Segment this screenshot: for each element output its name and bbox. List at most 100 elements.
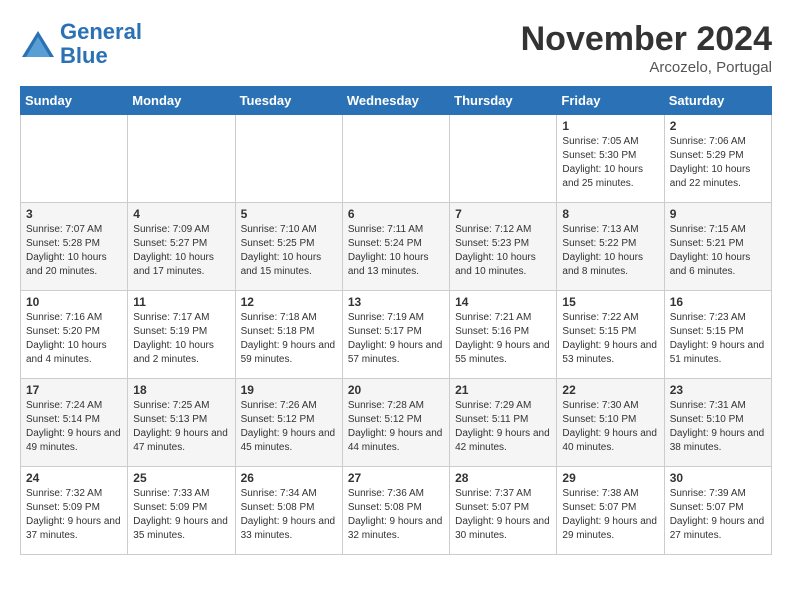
calendar-cell: 4 Sunrise: 7:09 AMSunset: 5:27 PMDaylight… (128, 203, 235, 291)
calendar-cell: 6 Sunrise: 7:11 AMSunset: 5:24 PMDaylight… (342, 203, 449, 291)
day-number: 26 (241, 471, 337, 485)
calendar-cell (342, 115, 449, 203)
day-content: Sunrise: 7:24 AMSunset: 5:14 PMDaylight:… (26, 399, 122, 455)
weekday-header: Friday (557, 87, 664, 115)
calendar-cell: 12 Sunrise: 7:18 AMSunset: 5:18 PMDayligh… (235, 291, 342, 379)
logo-icon (20, 29, 56, 59)
calendar-cell: 22 Sunrise: 7:30 AMSunset: 5:10 PMDayligh… (557, 379, 664, 467)
day-number: 16 (670, 295, 766, 309)
calendar-cell: 29 Sunrise: 7:38 AMSunset: 5:07 PMDayligh… (557, 467, 664, 555)
day-number: 19 (241, 383, 337, 397)
logo: General Blue (20, 20, 142, 68)
calendar-cell: 10 Sunrise: 7:16 AMSunset: 5:20 PMDayligh… (21, 291, 128, 379)
day-content: Sunrise: 7:38 AMSunset: 5:07 PMDaylight:… (562, 487, 658, 543)
calendar-week-row: 17 Sunrise: 7:24 AMSunset: 5:14 PMDayligh… (21, 379, 772, 467)
day-content: Sunrise: 7:17 AMSunset: 5:19 PMDaylight:… (133, 311, 229, 367)
day-content: Sunrise: 7:16 AMSunset: 5:20 PMDaylight:… (26, 311, 122, 367)
day-number: 18 (133, 383, 229, 397)
day-content: Sunrise: 7:30 AMSunset: 5:10 PMDaylight:… (562, 399, 658, 455)
calendar-cell: 7 Sunrise: 7:12 AMSunset: 5:23 PMDaylight… (450, 203, 557, 291)
day-content: Sunrise: 7:39 AMSunset: 5:07 PMDaylight:… (670, 487, 766, 543)
calendar-cell: 26 Sunrise: 7:34 AMSunset: 5:08 PMDayligh… (235, 467, 342, 555)
weekday-header: Monday (128, 87, 235, 115)
calendar-cell: 24Sunrise: 7:32 AMSunset: 5:09 PMDayligh… (21, 467, 128, 555)
day-number: 8 (562, 207, 658, 221)
calendar-cell: 25 Sunrise: 7:33 AMSunset: 5:09 PMDayligh… (128, 467, 235, 555)
day-content: Sunrise: 7:07 AMSunset: 5:28 PMDaylight:… (26, 223, 122, 279)
day-number: 28 (455, 471, 551, 485)
day-number: 15 (562, 295, 658, 309)
calendar-cell (235, 115, 342, 203)
day-content: Sunrise: 7:36 AMSunset: 5:08 PMDaylight:… (348, 487, 444, 543)
day-number: 3 (26, 207, 122, 221)
day-content: Sunrise: 7:28 AMSunset: 5:12 PMDaylight:… (348, 399, 444, 455)
calendar-cell: 30 Sunrise: 7:39 AMSunset: 5:07 PMDayligh… (664, 467, 771, 555)
day-number: 22 (562, 383, 658, 397)
calendar-cell: 1 Sunrise: 7:05 AMSunset: 5:30 PMDaylight… (557, 115, 664, 203)
calendar-week-row: 1 Sunrise: 7:05 AMSunset: 5:30 PMDaylight… (21, 115, 772, 203)
day-content: Sunrise: 7:10 AMSunset: 5:25 PMDaylight:… (241, 223, 337, 279)
weekday-header: Saturday (664, 87, 771, 115)
day-number: 17 (26, 383, 122, 397)
day-content: Sunrise: 7:23 AMSunset: 5:15 PMDaylight:… (670, 311, 766, 367)
day-content: Sunrise: 7:21 AMSunset: 5:16 PMDaylight:… (455, 311, 551, 367)
location: Arcozelo, Portugal (521, 59, 772, 76)
calendar-cell: 18 Sunrise: 7:25 AMSunset: 5:13 PMDayligh… (128, 379, 235, 467)
calendar-cell: 27Sunrise: 7:36 AMSunset: 5:08 PMDayligh… (342, 467, 449, 555)
calendar-cell (450, 115, 557, 203)
calendar-week-row: 10 Sunrise: 7:16 AMSunset: 5:20 PMDayligh… (21, 291, 772, 379)
day-number: 20 (348, 383, 444, 397)
day-content: Sunrise: 7:15 AMSunset: 5:21 PMDaylight:… (670, 223, 766, 279)
title-block: November 2024 Arcozelo, Portugal (521, 20, 772, 76)
calendar-cell: 16 Sunrise: 7:23 AMSunset: 5:15 PMDayligh… (664, 291, 771, 379)
logo-text: General Blue (60, 20, 142, 68)
day-content: Sunrise: 7:26 AMSunset: 5:12 PMDaylight:… (241, 399, 337, 455)
calendar-week-row: 24Sunrise: 7:32 AMSunset: 5:09 PMDayligh… (21, 467, 772, 555)
day-number: 29 (562, 471, 658, 485)
day-content: Sunrise: 7:25 AMSunset: 5:13 PMDaylight:… (133, 399, 229, 455)
weekday-header: Tuesday (235, 87, 342, 115)
calendar-cell: 11 Sunrise: 7:17 AMSunset: 5:19 PMDayligh… (128, 291, 235, 379)
weekday-header: Wednesday (342, 87, 449, 115)
day-number: 11 (133, 295, 229, 309)
page-header: General Blue November 2024 Arcozelo, Por… (20, 20, 772, 76)
calendar-cell: 2Sunrise: 7:06 AMSunset: 5:29 PMDaylight… (664, 115, 771, 203)
calendar-cell: 20 Sunrise: 7:28 AMSunset: 5:12 PMDayligh… (342, 379, 449, 467)
calendar-week-row: 3 Sunrise: 7:07 AMSunset: 5:28 PMDaylight… (21, 203, 772, 291)
calendar-cell: 21Sunrise: 7:29 AMSunset: 5:11 PMDayligh… (450, 379, 557, 467)
calendar-cell: 28Sunrise: 7:37 AMSunset: 5:07 PMDayligh… (450, 467, 557, 555)
calendar-cell: 17 Sunrise: 7:24 AMSunset: 5:14 PMDayligh… (21, 379, 128, 467)
calendar-cell: 5Sunrise: 7:10 AMSunset: 5:25 PMDaylight… (235, 203, 342, 291)
day-number: 24 (26, 471, 122, 485)
month-title: November 2024 (521, 20, 772, 59)
day-number: 10 (26, 295, 122, 309)
calendar-cell (128, 115, 235, 203)
day-content: Sunrise: 7:09 AMSunset: 5:27 PMDaylight:… (133, 223, 229, 279)
day-number: 12 (241, 295, 337, 309)
day-number: 30 (670, 471, 766, 485)
day-content: Sunrise: 7:34 AMSunset: 5:08 PMDaylight:… (241, 487, 337, 543)
day-number: 7 (455, 207, 551, 221)
day-number: 14 (455, 295, 551, 309)
calendar-cell: 23Sunrise: 7:31 AMSunset: 5:10 PMDayligh… (664, 379, 771, 467)
day-content: Sunrise: 7:33 AMSunset: 5:09 PMDaylight:… (133, 487, 229, 543)
day-content: Sunrise: 7:06 AMSunset: 5:29 PMDaylight:… (670, 135, 766, 191)
calendar-table: SundayMondayTuesdayWednesdayThursdayFrid… (20, 86, 772, 555)
calendar-cell: 15Sunrise: 7:22 AMSunset: 5:15 PMDayligh… (557, 291, 664, 379)
day-number: 1 (562, 119, 658, 133)
calendar-cell: 19 Sunrise: 7:26 AMSunset: 5:12 PMDayligh… (235, 379, 342, 467)
day-content: Sunrise: 7:18 AMSunset: 5:18 PMDaylight:… (241, 311, 337, 367)
weekday-header: Thursday (450, 87, 557, 115)
weekday-header: Sunday (21, 87, 128, 115)
calendar-cell: 14 Sunrise: 7:21 AMSunset: 5:16 PMDayligh… (450, 291, 557, 379)
day-number: 21 (455, 383, 551, 397)
day-content: Sunrise: 7:13 AMSunset: 5:22 PMDaylight:… (562, 223, 658, 279)
day-content: Sunrise: 7:31 AMSunset: 5:10 PMDaylight:… (670, 399, 766, 455)
calendar-cell (21, 115, 128, 203)
day-number: 25 (133, 471, 229, 485)
day-number: 6 (348, 207, 444, 221)
day-content: Sunrise: 7:11 AMSunset: 5:24 PMDaylight:… (348, 223, 444, 279)
day-content: Sunrise: 7:12 AMSunset: 5:23 PMDaylight:… (455, 223, 551, 279)
day-number: 4 (133, 207, 229, 221)
day-content: Sunrise: 7:05 AMSunset: 5:30 PMDaylight:… (562, 135, 658, 191)
